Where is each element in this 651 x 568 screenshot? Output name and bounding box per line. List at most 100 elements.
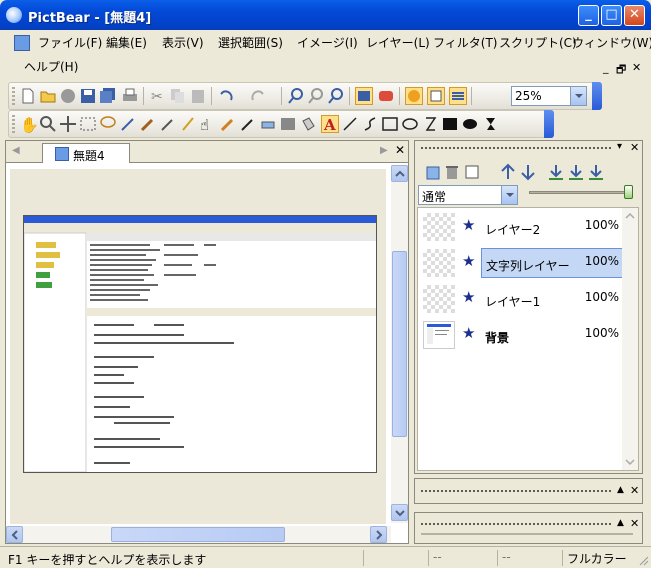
- menu-filter[interactable]: フィルタ(T): [431, 35, 499, 53]
- document-icon[interactable]: [14, 35, 30, 51]
- panel-close-icon[interactable]: ✕: [630, 517, 639, 530]
- zoom-level-select[interactable]: 25%: [511, 86, 587, 106]
- expand-panel-icon[interactable]: ▲: [617, 485, 624, 495]
- star-icon[interactable]: ★: [462, 252, 475, 270]
- vertical-scroll-thumb[interactable]: [392, 251, 407, 437]
- horizontal-scrollbar[interactable]: [6, 526, 391, 543]
- menu-edit[interactable]: 編集(E): [104, 35, 149, 53]
- hand-tool-icon[interactable]: ✋: [19, 115, 39, 134]
- layer-row[interactable]: ★ 文字列レイヤー 100%: [421, 246, 627, 280]
- panel-grip[interactable]: [421, 523, 611, 525]
- merge-visible-icon[interactable]: [567, 163, 585, 181]
- lasso-tool-icon[interactable]: [99, 115, 117, 133]
- copy-icon[interactable]: [169, 87, 187, 105]
- blend-mode-select[interactable]: 通常: [418, 185, 518, 205]
- maximize-button[interactable]: □: [601, 5, 622, 26]
- save-all-icon[interactable]: [99, 87, 117, 105]
- dropper-tool-icon[interactable]: [239, 115, 257, 133]
- panel-close-icon[interactable]: ✕: [630, 484, 639, 497]
- ellipse-tool-icon[interactable]: [401, 115, 419, 133]
- pencil-tool-icon[interactable]: [119, 115, 137, 133]
- filled-polygon-tool-icon[interactable]: [481, 115, 499, 133]
- redo-icon[interactable]: [249, 87, 267, 105]
- smudge-tool-icon[interactable]: ☝: [199, 115, 217, 134]
- move-layer-up-icon[interactable]: [499, 163, 517, 181]
- airbrush-tool-icon[interactable]: [159, 115, 177, 133]
- zoom-in-icon[interactable]: [287, 87, 305, 105]
- chevron-down-icon[interactable]: [570, 87, 586, 105]
- rect-select-tool-icon[interactable]: [79, 115, 97, 133]
- menu-view[interactable]: 表示(V): [160, 35, 206, 53]
- toolbar-overflow-button[interactable]: [592, 82, 602, 110]
- flatten-image-icon[interactable]: [587, 163, 605, 181]
- eraser-tool-icon[interactable]: [259, 115, 277, 133]
- close-document-icon[interactable]: ✕: [395, 143, 405, 157]
- clone-tool-icon[interactable]: [219, 115, 237, 133]
- filled-rect-tool-icon[interactable]: [441, 115, 459, 133]
- close-button[interactable]: ✕: [624, 5, 645, 26]
- opacity-slider-thumb[interactable]: [624, 185, 633, 199]
- new-file-icon[interactable]: [19, 87, 37, 105]
- menu-help[interactable]: ヘルプ(H): [22, 59, 80, 77]
- brush-tool-icon[interactable]: [139, 115, 157, 133]
- minimize-button[interactable]: _: [578, 5, 599, 26]
- layer-properties-icon[interactable]: [463, 163, 481, 181]
- move-tool-icon[interactable]: [59, 115, 77, 133]
- horizontal-scroll-thumb[interactable]: [111, 527, 285, 542]
- navigator-panel-icon[interactable]: [356, 88, 372, 104]
- color-panel-icon[interactable]: [406, 88, 422, 104]
- canvas-area[interactable]: [10, 169, 386, 524]
- title-bar[interactable]: PictBear - [無題4] _ □ ✕: [0, 0, 651, 30]
- panel-grip[interactable]: [421, 490, 611, 492]
- curve-tool-icon[interactable]: [361, 115, 379, 133]
- menu-window[interactable]: ウィンドウ(W): [570, 35, 651, 53]
- pen-tool-icon[interactable]: [179, 115, 197, 133]
- scroll-right-button[interactable]: [370, 526, 387, 543]
- toolbar-overflow-button[interactable]: [544, 110, 554, 138]
- zoom-out-icon[interactable]: [307, 87, 325, 105]
- image-canvas[interactable]: [23, 215, 377, 473]
- panel-close-icon[interactable]: ✕: [630, 141, 639, 154]
- tab-scroll-right-icon[interactable]: ▶: [380, 145, 388, 156]
- tab-scroll-left-icon[interactable]: ◀: [12, 145, 20, 156]
- merge-down-icon[interactable]: [547, 163, 565, 181]
- mdi-close-button[interactable]: ✕: [632, 61, 641, 74]
- zoom-fit-icon[interactable]: [327, 87, 345, 105]
- gradient-tool-icon[interactable]: [279, 115, 297, 133]
- mdi-restore-button[interactable]: 🗗: [616, 61, 626, 80]
- open-folder-icon[interactable]: [39, 87, 57, 105]
- paste-icon[interactable]: [189, 87, 207, 105]
- tab-document[interactable]: 無題4: [42, 143, 130, 163]
- new-layer-icon[interactable]: [423, 163, 441, 181]
- move-layer-down-icon[interactable]: [519, 163, 537, 181]
- rectangle-tool-icon[interactable]: [381, 115, 399, 133]
- chevron-down-icon[interactable]: [501, 186, 517, 204]
- app-icon[interactable]: [6, 7, 22, 23]
- magnifier-tool-icon[interactable]: [39, 115, 57, 133]
- close-file-icon[interactable]: [59, 87, 77, 105]
- chevron-up-icon[interactable]: [622, 208, 638, 224]
- fill-tool-icon[interactable]: [299, 115, 317, 133]
- star-icon[interactable]: ★: [462, 288, 475, 306]
- filled-ellipse-tool-icon[interactable]: [461, 115, 479, 133]
- layer-row[interactable]: ★ レイヤー2 100%: [421, 210, 625, 244]
- opacity-slider[interactable]: [529, 185, 633, 199]
- text-tool-icon[interactable]: A: [322, 116, 338, 134]
- layer-row[interactable]: ★ 背景 100%: [421, 318, 625, 352]
- save-icon[interactable]: [79, 87, 97, 105]
- toolbar-grip[interactable]: [12, 87, 15, 105]
- palette-panel-icon[interactable]: [377, 87, 395, 105]
- menu-selection[interactable]: 選択範囲(S): [216, 35, 285, 53]
- scroll-up-button[interactable]: [391, 165, 408, 182]
- menu-layer[interactable]: レイヤー(L): [364, 35, 432, 53]
- polygon-tool-icon[interactable]: [421, 115, 439, 133]
- layer-list-scrollbar[interactable]: [622, 208, 638, 470]
- menu-file[interactable]: ファイル(F): [36, 35, 104, 53]
- layers-panel-icon[interactable]: [450, 88, 466, 104]
- star-icon[interactable]: ★: [462, 324, 475, 342]
- panel-menu-icon[interactable]: ▾: [617, 141, 622, 152]
- menu-script[interactable]: スクリプト(C): [497, 35, 579, 53]
- expand-panel-icon[interactable]: ▲: [617, 518, 624, 528]
- cut-icon[interactable]: ✂: [149, 87, 167, 105]
- star-icon[interactable]: ★: [462, 216, 475, 234]
